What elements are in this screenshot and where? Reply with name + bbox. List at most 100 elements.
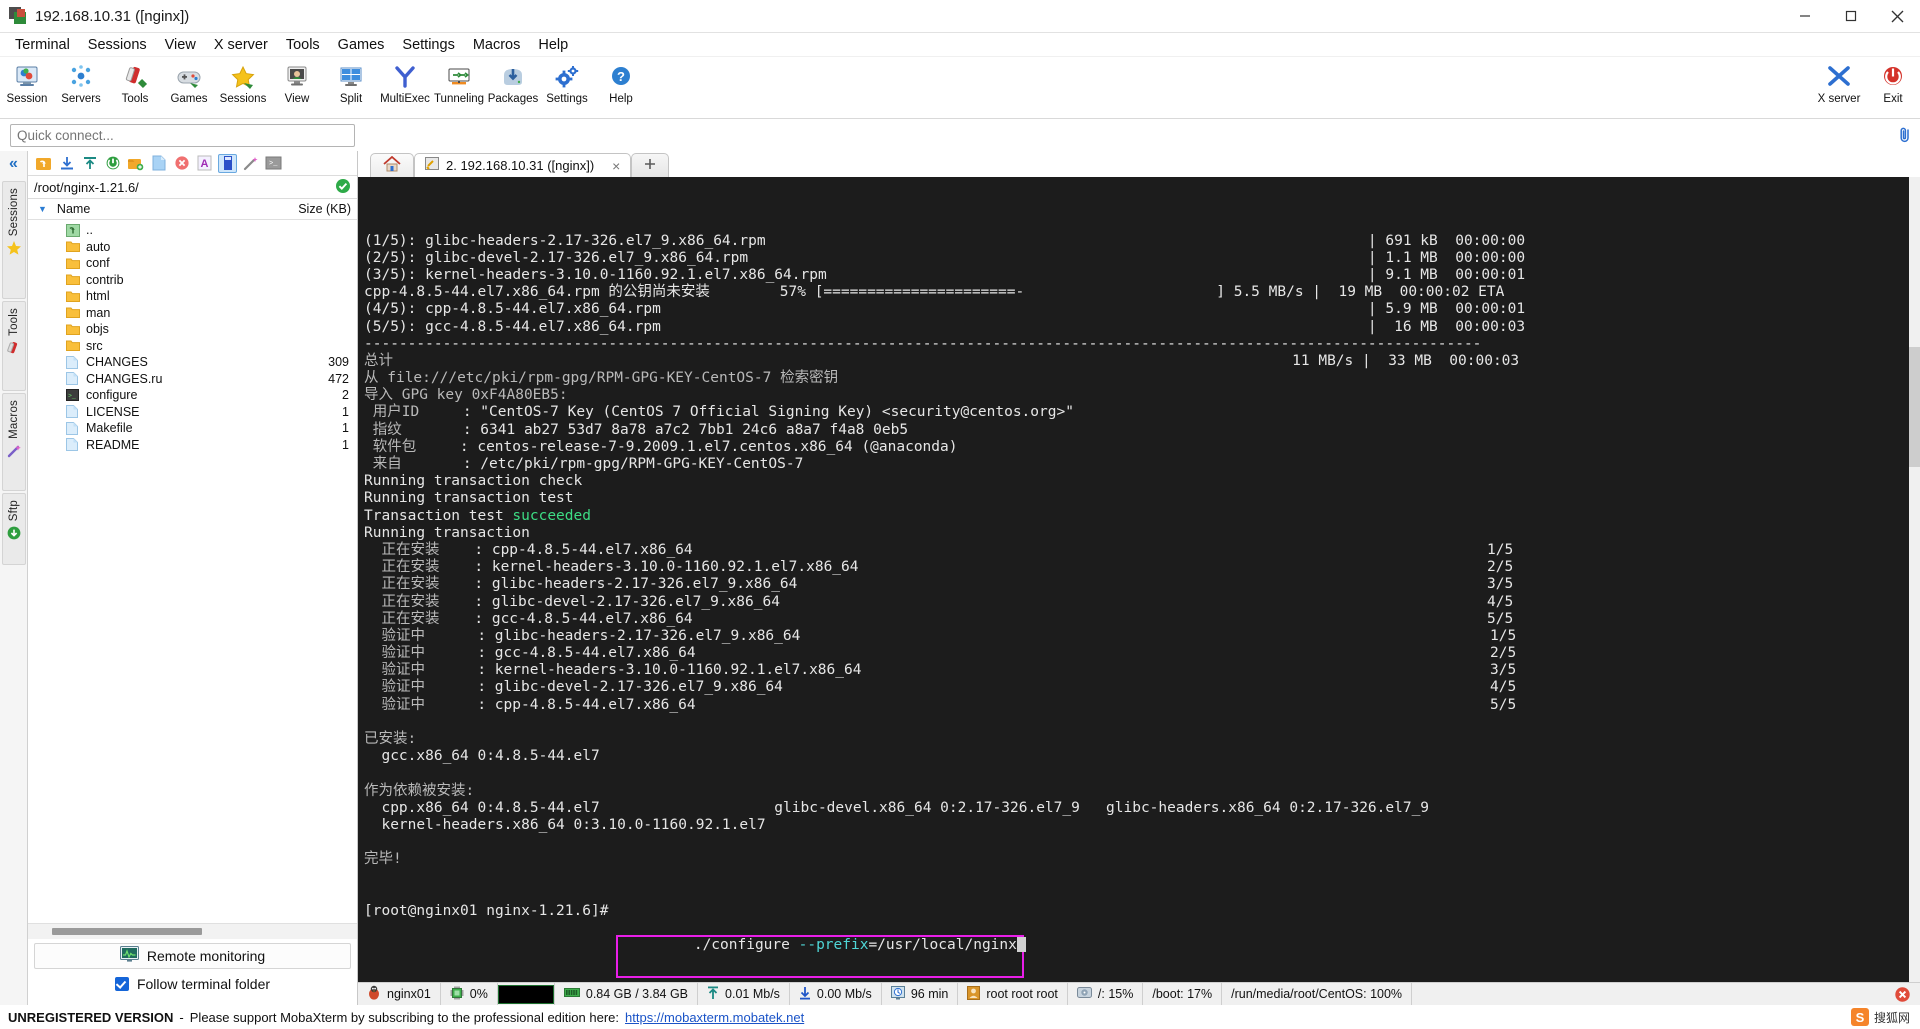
file-name: CHANGES: [86, 355, 148, 370]
status-disk-media[interactable]: /run/media/root/CentOS: 100%: [1222, 983, 1413, 1005]
collapse-panel-icon[interactable]: «: [9, 155, 18, 173]
list-item[interactable]: Makefile 1: [28, 420, 357, 437]
toolbar-tools-button[interactable]: Tools: [108, 59, 162, 105]
upload-icon[interactable]: [80, 154, 99, 173]
remote-monitoring-button[interactable]: Remote monitoring: [34, 943, 351, 969]
list-item[interactable]: objs: [28, 321, 357, 338]
menu-terminal[interactable]: Terminal: [6, 35, 79, 55]
list-item[interactable]: src: [28, 338, 357, 355]
folder-icon: [66, 240, 81, 253]
attachment-icon[interactable]: [1890, 126, 1920, 144]
status-host[interactable]: nginx01: [358, 983, 441, 1005]
status-download[interactable]: 0.00 Mb/s: [790, 983, 882, 1005]
new-tab-button[interactable]: [631, 153, 670, 177]
toolbar-sessions-label: Sessions: [219, 93, 267, 105]
tab-home[interactable]: [370, 153, 414, 177]
delete-icon[interactable]: [172, 154, 191, 173]
scrollbar-thumb[interactable]: [52, 928, 202, 935]
toolbar-help-button[interactable]: ? Help: [594, 59, 648, 105]
follow-terminal-folder-checkbox[interactable]: [114, 977, 129, 991]
list-item[interactable]: contrib: [28, 272, 357, 289]
file-icon: [66, 355, 81, 369]
column-header-name[interactable]: Name: [57, 202, 289, 216]
quick-connect-input[interactable]: [10, 123, 355, 147]
magic-icon[interactable]: [241, 154, 260, 173]
status-close-session-button[interactable]: [1885, 983, 1920, 1005]
list-item[interactable]: CHANGES 309: [28, 354, 357, 371]
terminal-scrollbar[interactable]: [1909, 177, 1920, 982]
sftp-path-bar[interactable]: /root/nginx-1.21.6/: [28, 176, 357, 199]
list-item[interactable]: ..: [28, 222, 357, 239]
sort-indicator-icon[interactable]: ▼: [38, 204, 47, 214]
mobaxterm-link[interactable]: https://mobaxterm.mobatek.net: [625, 1010, 804, 1025]
follow-terminal-folder-row[interactable]: Follow terminal folder: [34, 969, 351, 999]
status-user[interactable]: root root root: [958, 983, 1068, 1005]
close-tab-icon[interactable]: ×: [612, 158, 620, 174]
status-memory[interactable]: 0.84 GB / 3.84 GB: [555, 983, 699, 1005]
binary-mode-icon[interactable]: [218, 153, 237, 173]
toolbar-view-button[interactable]: View: [270, 59, 324, 105]
new-folder-icon[interactable]: [126, 154, 145, 173]
download-icon[interactable]: [57, 154, 76, 173]
file-list-hscrollbar[interactable]: [28, 923, 357, 939]
status-cpu[interactable]: 0%: [441, 983, 498, 1005]
menu-sessions[interactable]: Sessions: [79, 35, 156, 55]
toolbar-packages-button[interactable]: Packages: [486, 59, 540, 105]
rail-tab-sftp[interactable]: Sftp: [1, 493, 26, 565]
toolbar-sessions-button[interactable]: Sessions: [216, 59, 270, 105]
terminal-line: Running transaction test: [364, 490, 574, 507]
terminal-icon[interactable]: >_: [264, 154, 283, 173]
list-item[interactable]: conf: [28, 255, 357, 272]
scrollbar-thumb[interactable]: [1909, 347, 1920, 467]
status-uptime[interactable]: 96 min: [882, 983, 959, 1005]
menu-macros[interactable]: Macros: [464, 35, 530, 55]
terminal-line: 验证中 : glibc-devel-2.17-326.el7_9.x86_64 …: [381, 679, 1517, 696]
status-graph[interactable]: [497, 983, 555, 1005]
list-item[interactable]: auto: [28, 239, 357, 256]
toolbar-settings-button[interactable]: Settings: [540, 59, 594, 105]
toolbar-exit-button[interactable]: Exit: [1866, 59, 1920, 105]
go-up-folder-icon[interactable]: [34, 154, 53, 173]
menu-settings[interactable]: Settings: [393, 35, 463, 55]
menu-x-server[interactable]: X server: [205, 35, 277, 55]
toolbar-servers-button[interactable]: Servers: [54, 59, 108, 105]
quick-connect-row: [0, 119, 1920, 151]
toolbar-session-button[interactable]: Session: [0, 59, 54, 105]
new-file-icon[interactable]: [149, 154, 168, 173]
toolbar-tunneling-button[interactable]: Tunneling: [432, 59, 486, 105]
status-upload-label: 0.01 Mb/s: [725, 987, 780, 1001]
menu-games[interactable]: Games: [329, 35, 394, 55]
status-disk-root[interactable]: /: 15%: [1068, 983, 1144, 1005]
status-disk-boot[interactable]: /boot: 17%: [1143, 983, 1223, 1005]
file-name: objs: [86, 322, 109, 337]
toolbar-multiexec-button[interactable]: MultiExec: [378, 59, 432, 105]
toolbar-xserver-button[interactable]: X server: [1812, 59, 1866, 105]
minimize-button[interactable]: [1782, 0, 1828, 32]
list-item[interactable]: LICENSE 1: [28, 404, 357, 421]
list-item[interactable]: html: [28, 288, 357, 305]
status-upload[interactable]: 0.01 Mb/s: [698, 983, 790, 1005]
column-header-size[interactable]: Size (KB): [289, 202, 357, 216]
list-item[interactable]: man: [28, 305, 357, 322]
refresh-icon[interactable]: [103, 154, 122, 173]
menu-help[interactable]: Help: [529, 35, 577, 55]
maximize-button[interactable]: [1828, 0, 1874, 32]
file-name: conf: [86, 256, 110, 271]
menu-view[interactable]: View: [156, 35, 205, 55]
close-button[interactable]: [1874, 0, 1920, 32]
toolbar-games-button[interactable]: Games: [162, 59, 216, 105]
file-list[interactable]: .. auto conf contrib html man objs src C…: [28, 220, 357, 923]
menu-tools[interactable]: Tools: [277, 35, 329, 55]
file-name: CHANGES.ru: [86, 371, 163, 386]
rail-tab-tools[interactable]: Tools: [1, 301, 26, 391]
toolbar-split-button[interactable]: Split: [324, 59, 378, 105]
terminal-output[interactable]: (1/5): glibc-headers-2.17-326.el7_9.x86_…: [358, 177, 1920, 982]
tab-session[interactable]: 2. 192.168.10.31 ([nginx]) ×: [414, 153, 632, 177]
list-item[interactable]: >_ configure 2: [28, 387, 357, 404]
text-mode-icon[interactable]: A: [195, 154, 214, 173]
list-item[interactable]: CHANGES.ru 472: [28, 371, 357, 388]
rail-tab-macros[interactable]: Macros: [1, 393, 26, 491]
rail-tab-sessions[interactable]: Sessions: [1, 181, 26, 299]
current-command[interactable]: ./configure --prefix=/usr/local/nginx: [624, 919, 1026, 971]
list-item[interactable]: README 1: [28, 437, 357, 454]
